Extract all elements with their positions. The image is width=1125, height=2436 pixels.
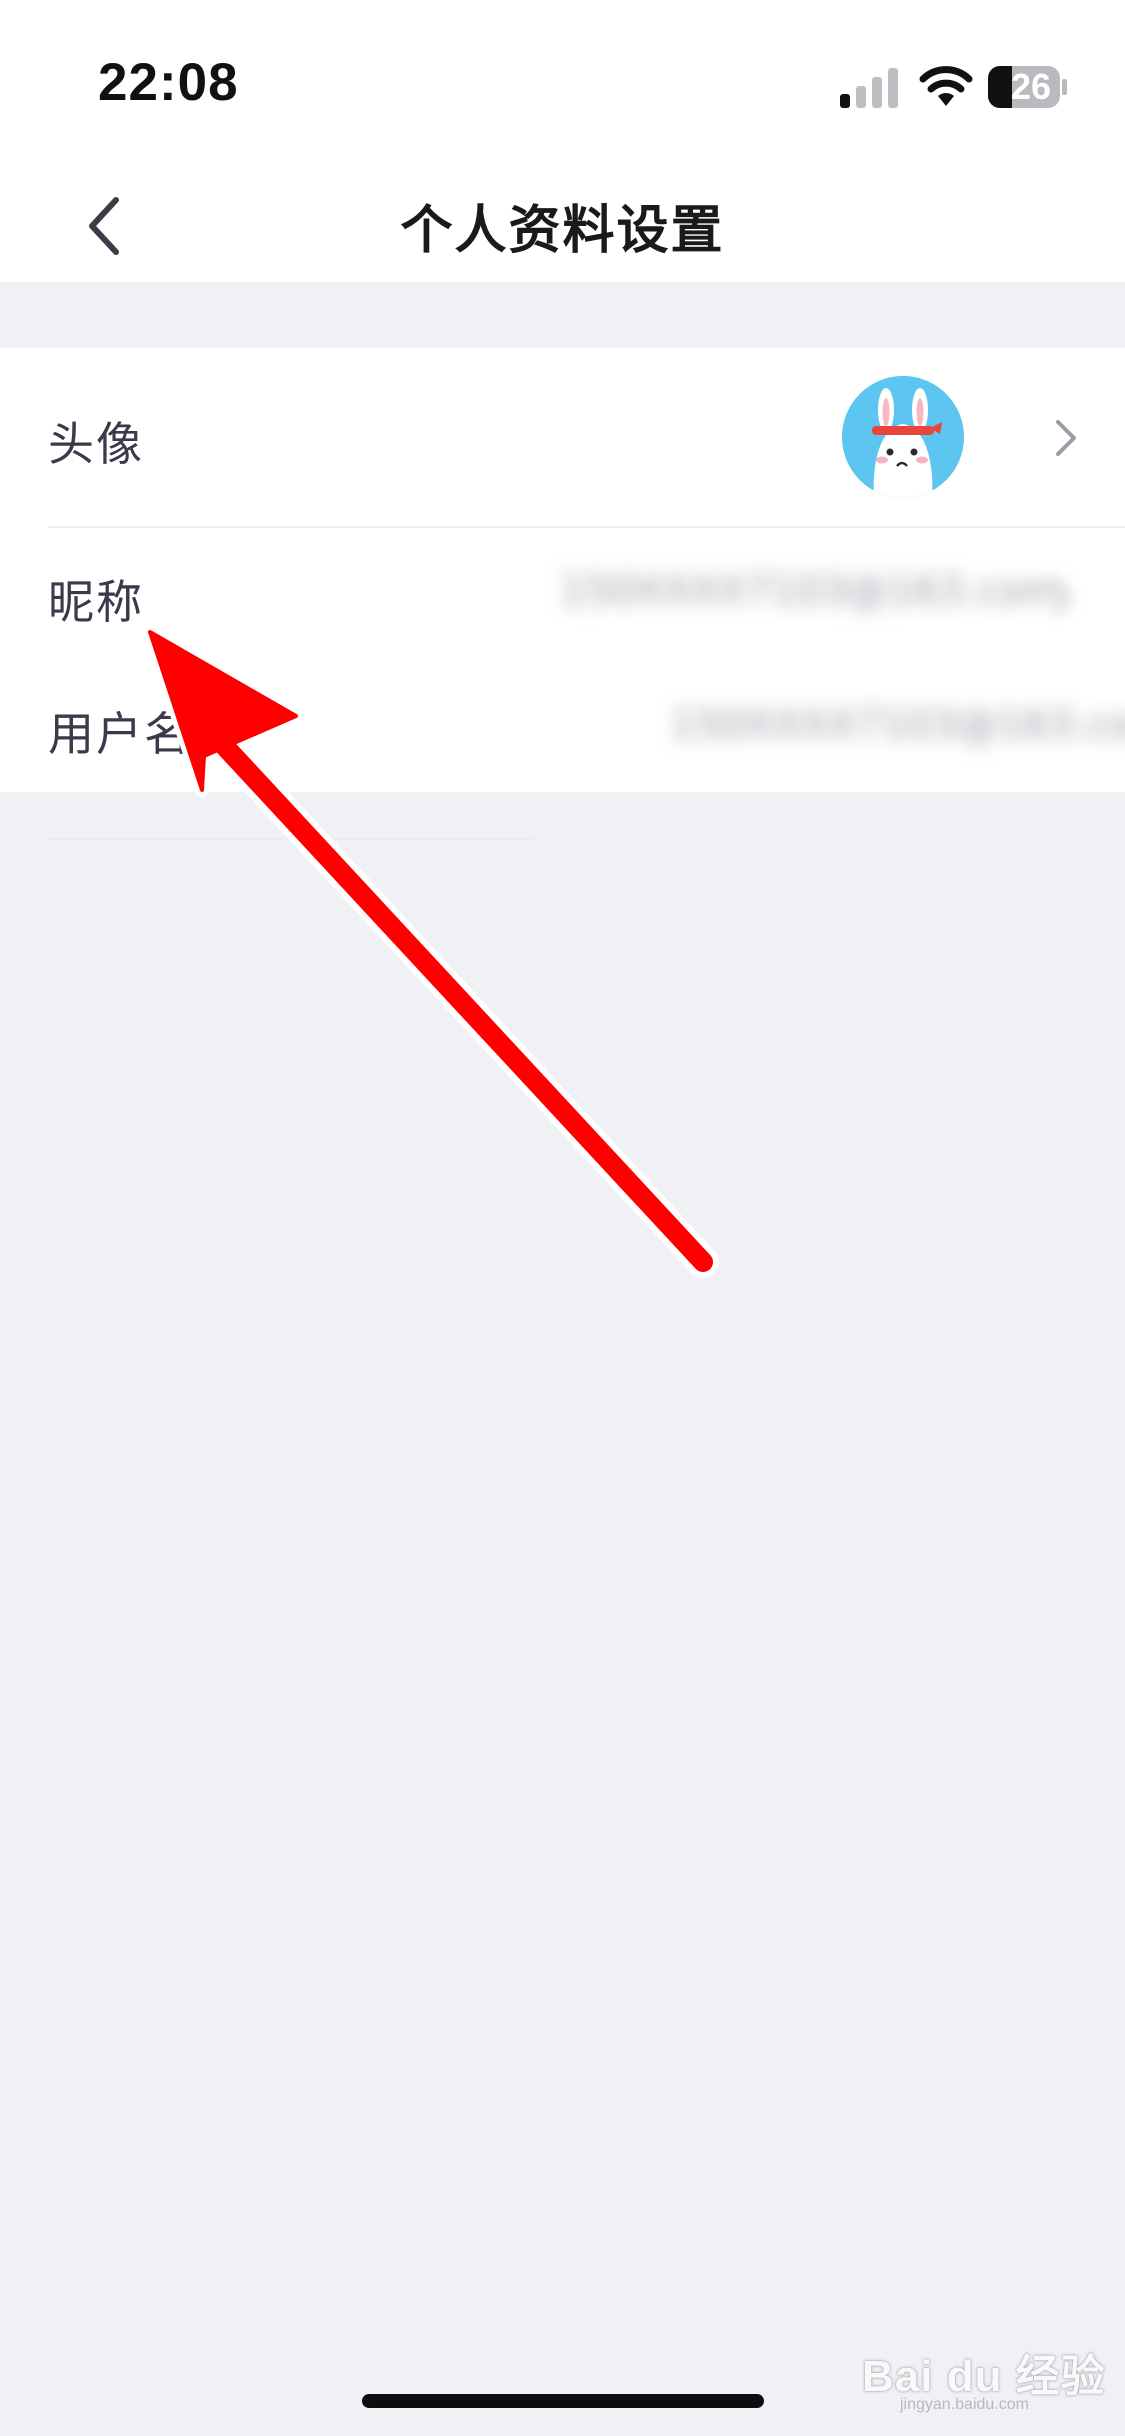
watermark-url: jingyan.baidu.com [900, 2396, 1029, 2413]
nickname-row[interactable]: 昵称 150XXXX7103@163.com [0, 528, 1125, 840]
profile-settings-list: 头像 昵称 150XXXX7103@163.com 用户名 150XXXX710… [0, 348, 1125, 840]
avatar-row-label: 头像 [48, 417, 144, 471]
battery-level: 26 [1010, 66, 1052, 107]
bunny-avatar-icon [842, 376, 964, 498]
home-indicator[interactable] [362, 2394, 764, 2408]
nickname-value: 150XXXX7103@163.com [560, 568, 1063, 614]
status-bar: 22:08 26 [0, 0, 1125, 170]
username-row[interactable]: 用户名 150XXXX7103@163.com [0, 660, 1125, 792]
avatar-row[interactable]: 头像 [0, 348, 1125, 528]
wifi-icon [919, 66, 973, 106]
avatar[interactable] [842, 376, 964, 498]
nav-bar: 个人资料设置 [0, 170, 1125, 282]
status-time: 22:08 [98, 53, 239, 112]
watermark-logo: Bai du 经验 [862, 2352, 1106, 2401]
signal-icon [840, 68, 898, 108]
username-row-label: 用户名 [48, 707, 192, 761]
chevron-right-icon [1052, 580, 1073, 616]
chevron-right-icon [1056, 420, 1076, 456]
page-title: 个人资料设置 [400, 201, 725, 261]
screen: 22:08 26 个人资料设置 头像 昵称 150XXXX7103@163.co… [0, 0, 1125, 2436]
nickname-row-label: 昵称 [48, 575, 144, 629]
username-value: 150XXXX7103@163.com [670, 702, 1125, 748]
row-divider [48, 838, 535, 840]
